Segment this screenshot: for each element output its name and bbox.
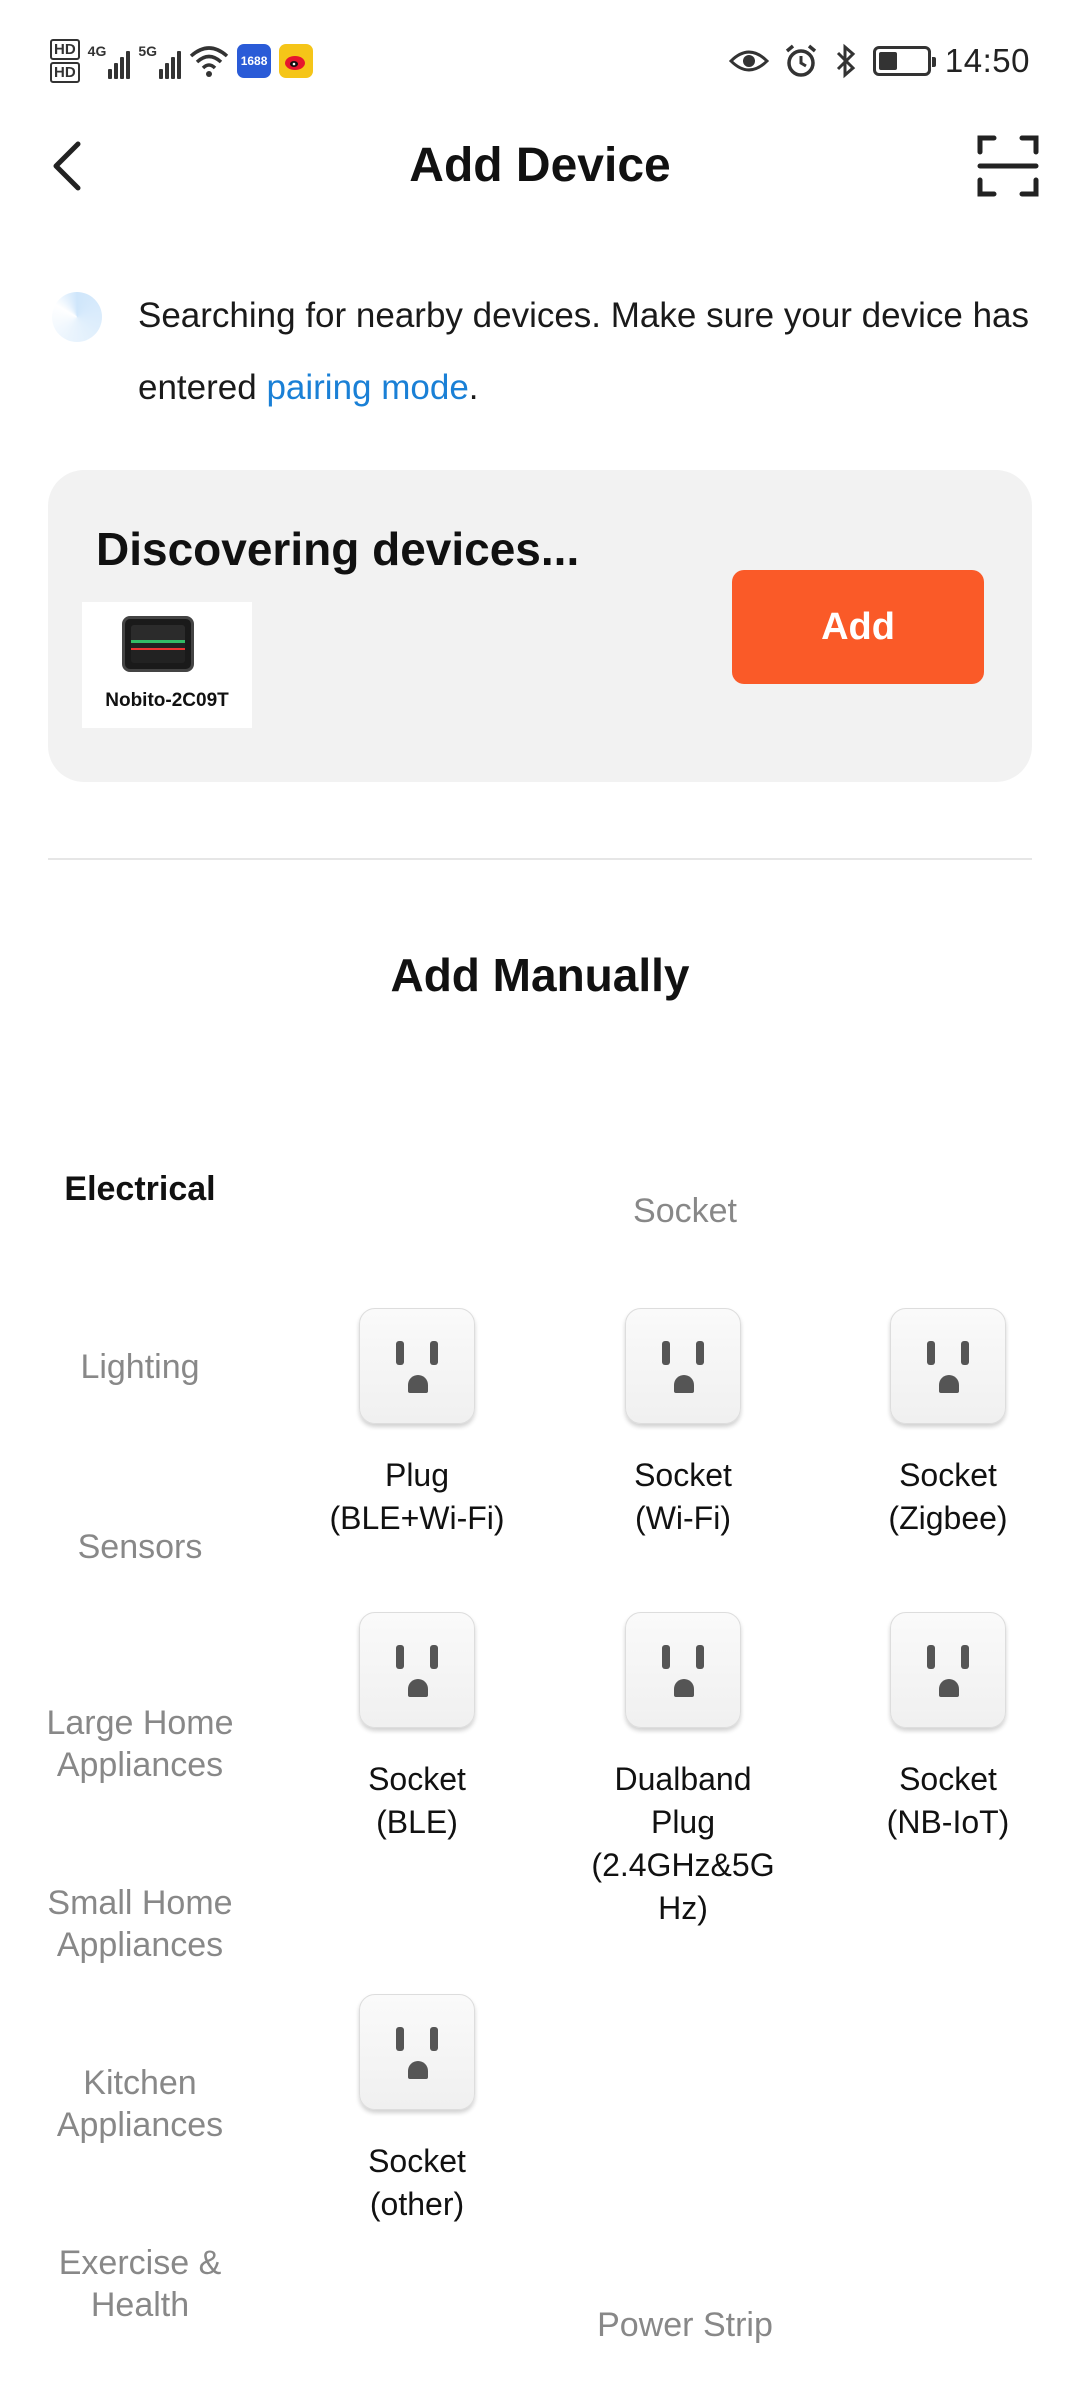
pairing-mode-link[interactable]: pairing mode xyxy=(266,368,468,407)
add-manually-title: Add Manually xyxy=(390,949,690,1001)
battery-icon xyxy=(872,46,936,76)
signal-5g-icon: 5G xyxy=(138,43,182,79)
signal-4g-icon: 4G xyxy=(88,43,131,79)
signal-5g-label: 5G xyxy=(138,43,158,59)
device-name: Nobito-2C09T xyxy=(105,690,229,711)
device-label: Plug (BLE+Wi-Fi) xyxy=(329,1457,505,1536)
wifi-icon xyxy=(189,46,229,77)
hd-indicator: HD HD xyxy=(50,38,80,84)
bluetooth-icon xyxy=(836,43,856,79)
category-lighting[interactable]: Lighting xyxy=(45,1346,235,1388)
status-right: 14:50 xyxy=(728,36,1030,86)
discovering-card: Discovering devices... Nobito-2C09T Add xyxy=(48,470,1032,782)
category-exercise-health[interactable]: Exercise & Health xyxy=(45,2242,235,2326)
notice-text: Searching for nearby devices. Make sure … xyxy=(138,280,1058,424)
category-sensors[interactable]: Sensors xyxy=(45,1526,235,1568)
category-small-home-appliances[interactable]: Small Home Appliances xyxy=(45,1882,235,1966)
socket-icon xyxy=(890,1612,1006,1728)
scan-button[interactable] xyxy=(976,134,1040,198)
device-label: Socket (BLE) xyxy=(368,1761,466,1840)
eye-comfort-icon xyxy=(728,50,769,72)
notice-text-after: . xyxy=(468,368,479,407)
category-large-home-appliances[interactable]: Large Home Appliances xyxy=(45,1702,235,1786)
section-socket: Socket xyxy=(633,1192,737,1230)
section-power-strip: Power Strip xyxy=(597,2306,773,2344)
device-item[interactable]: Socket (NB-IoT) xyxy=(843,1612,1053,1844)
socket-icon xyxy=(625,1308,741,1424)
device-thumbnail-icon xyxy=(122,616,194,672)
status-bar: HD HD 4G 5G 1688 14:50 xyxy=(0,0,1080,118)
device-label: Socket (NB-IoT) xyxy=(886,1761,1010,1840)
add-button[interactable]: Add xyxy=(732,570,984,684)
discovering-title: Discovering devices... xyxy=(96,523,580,575)
device-label: Socket (Zigbee) xyxy=(888,1457,1008,1536)
device-label: Socket (Wi-Fi) xyxy=(634,1457,732,1536)
socket-icon xyxy=(359,1612,475,1728)
app-1688-icon: 1688 xyxy=(237,44,272,78)
socket-icon xyxy=(890,1308,1006,1424)
alarm-icon xyxy=(785,44,817,77)
category-kitchen-appliances[interactable]: Kitchen Appliances xyxy=(45,2062,235,2146)
hd-label-2: HD xyxy=(50,62,80,83)
weibo-icon xyxy=(279,44,314,78)
device-item[interactable]: Socket (BLE) xyxy=(312,1612,522,1844)
page-title: Add Device xyxy=(409,139,671,192)
device-label: Dualband Plug (2.4GHz&5G Hz) xyxy=(591,1761,775,1926)
scan-qr-icon xyxy=(977,135,1039,197)
device-label: Socket (other) xyxy=(368,2143,466,2222)
device-item[interactable]: Socket (Wi-Fi) xyxy=(578,1308,788,1540)
signal-4g-label: 4G xyxy=(87,43,107,59)
divider xyxy=(48,858,1032,860)
socket-icon xyxy=(359,1994,475,2110)
device-item[interactable]: Plug (BLE+Wi-Fi) xyxy=(312,1308,522,1540)
status-time: 14:50 xyxy=(944,42,1030,79)
discovered-device[interactable]: Nobito-2C09T xyxy=(82,602,252,728)
device-item[interactable]: Socket (other) xyxy=(312,1994,522,2226)
socket-icon xyxy=(359,1308,475,1424)
hd-label-1: HD xyxy=(50,39,80,60)
status-left: HD HD 4G 5G 1688 xyxy=(50,36,314,86)
weibo-glyph-icon xyxy=(285,56,306,70)
app-header: Add Device xyxy=(0,118,1080,218)
device-item[interactable]: Dualband Plug (2.4GHz&5G Hz) xyxy=(578,1612,788,1930)
loading-spinner-icon xyxy=(52,292,102,342)
socket-icon xyxy=(625,1612,741,1728)
category-electrical[interactable]: Electrical xyxy=(45,1168,235,1210)
app-1688-label: 1688 xyxy=(240,54,268,68)
device-item[interactable]: Socket (Zigbee) xyxy=(843,1308,1053,1540)
